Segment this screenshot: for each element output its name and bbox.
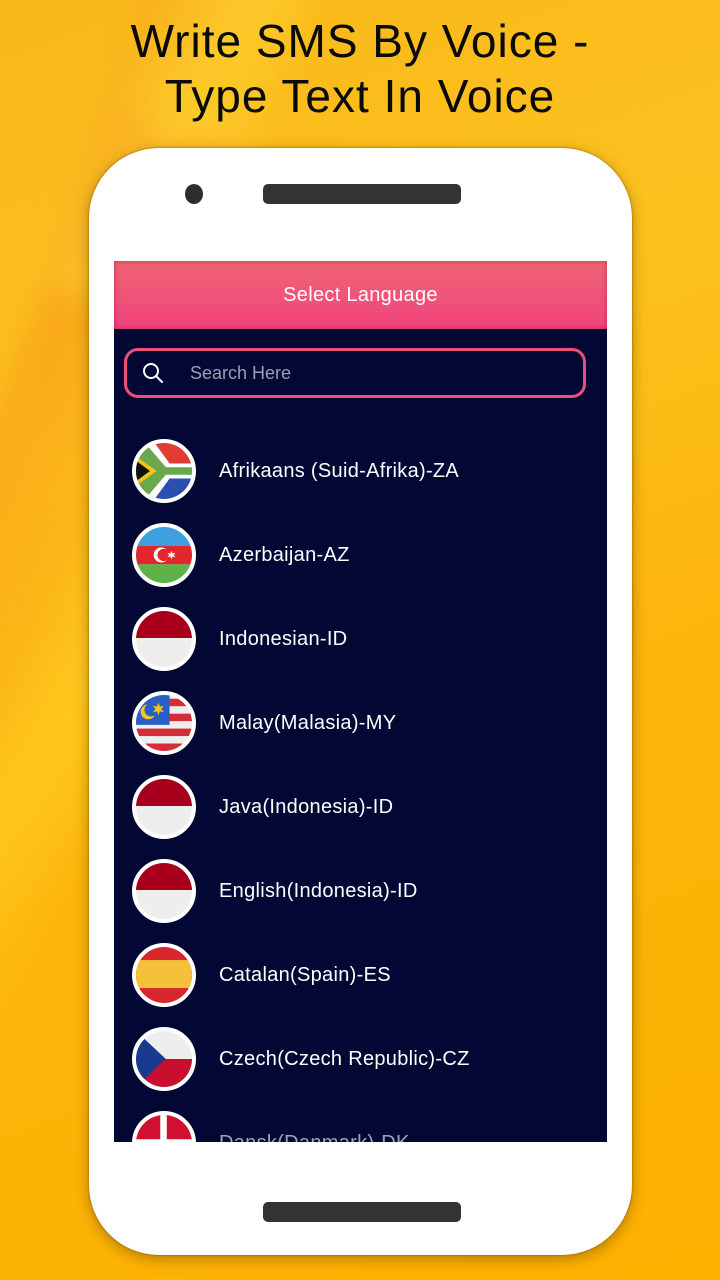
language-item-malay[interactable]: Malay(Malasia)-MY xyxy=(114,681,607,765)
promo-headline: Write SMS By Voice - Type Text In Voice xyxy=(0,14,720,124)
camera-dot xyxy=(185,184,203,204)
indonesia-flag-icon xyxy=(132,859,196,923)
language-list: Afrikaans (Suid-Afrika)-ZA Azerbaijan-AZ xyxy=(114,429,607,1142)
headline-line-1: Write SMS By Voice - xyxy=(130,15,590,67)
malaysia-flag-icon xyxy=(132,691,196,755)
language-item-azerbaijan[interactable]: Azerbaijan-AZ xyxy=(114,513,607,597)
language-label: Czech(Czech Republic)-CZ xyxy=(219,1047,470,1070)
czech-republic-flag-icon xyxy=(132,1027,196,1091)
south-africa-flag-icon xyxy=(132,439,196,503)
language-label: Afrikaans (Suid-Afrika)-ZA xyxy=(219,459,460,482)
language-item-afrikaans[interactable]: Afrikaans (Suid-Afrika)-ZA xyxy=(114,429,607,513)
phone-frame: Select Language Search Here Afrikaans (S… xyxy=(89,148,632,1255)
app-header: Select Language xyxy=(114,261,607,329)
home-bar xyxy=(263,1202,461,1222)
language-label: Indonesian-ID xyxy=(219,627,348,650)
denmark-flag-icon xyxy=(132,1111,196,1142)
language-label: Azerbaijan-AZ xyxy=(219,543,350,566)
language-item-czech[interactable]: Czech(Czech Republic)-CZ xyxy=(114,1017,607,1101)
language-label: Catalan(Spain)-ES xyxy=(219,963,391,986)
app-screen: Select Language Search Here Afrikaans (S… xyxy=(114,261,607,1142)
language-item-dansk[interactable]: Dansk(Danmark)-DK xyxy=(114,1101,607,1142)
search-input[interactable] xyxy=(190,362,550,384)
language-item-java[interactable]: Java(Indonesia)-ID xyxy=(114,765,607,849)
language-item-indonesian[interactable]: Indonesian-ID xyxy=(114,597,607,681)
search-icon[interactable] xyxy=(141,361,165,385)
spain-flag-icon xyxy=(132,943,196,1007)
indonesia-flag-icon xyxy=(132,607,196,671)
azerbaijan-flag-icon xyxy=(132,523,196,587)
speaker-grille xyxy=(263,184,461,204)
page-title: Select Language xyxy=(283,283,438,306)
indonesia-flag-icon xyxy=(132,775,196,839)
language-label: Dansk(Danmark)-DK xyxy=(219,1132,410,1143)
language-label: Java(Indonesia)-ID xyxy=(219,795,394,818)
language-item-english-indonesia[interactable]: English(Indonesia)-ID xyxy=(114,849,607,933)
language-item-catalan[interactable]: Catalan(Spain)-ES xyxy=(114,933,607,1017)
language-label: English(Indonesia)-ID xyxy=(219,879,418,902)
search-bar[interactable] xyxy=(124,348,586,398)
headline-line-2: Type Text In Voice xyxy=(164,70,556,122)
language-label: Malay(Malasia)-MY xyxy=(219,711,397,734)
